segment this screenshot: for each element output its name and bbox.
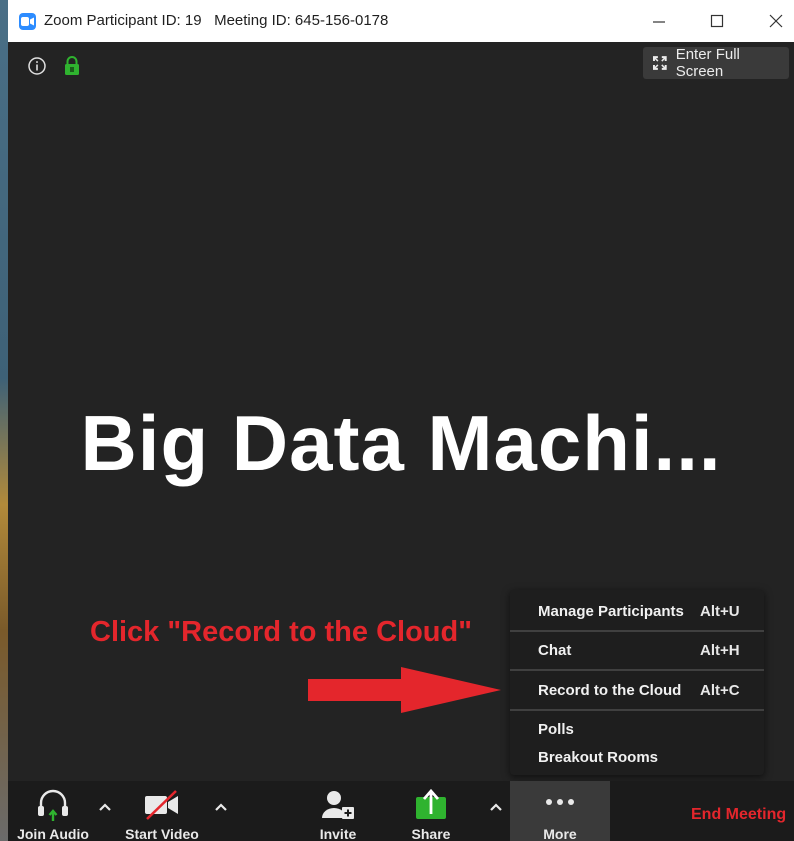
minimize-button[interactable] — [636, 0, 682, 42]
end-meeting-button[interactable]: End Meeting — [691, 806, 786, 824]
menu-divider — [510, 630, 764, 632]
maximize-icon — [710, 14, 724, 28]
red-arrow-icon — [308, 667, 501, 713]
join-audio-button[interactable]: Join Audio — [8, 781, 98, 841]
join-audio-label: Join Audio — [17, 826, 89, 841]
window-title: Zoom Participant ID: 19 Meeting ID: 645-… — [44, 12, 389, 29]
audio-options-caret-icon[interactable] — [96, 800, 114, 814]
zoom-meeting-window: Zoom Participant ID: 19 Meeting ID: 645-… — [8, 0, 794, 841]
more-button[interactable]: More — [510, 781, 610, 841]
fullscreen-label: Enter Full Screen — [675, 46, 740, 80]
share-options-caret-icon[interactable] — [487, 800, 505, 814]
menu-item-shortcut: Alt+C — [700, 681, 740, 699]
headphones-icon — [38, 789, 68, 821]
fullscreen-icon — [653, 56, 667, 70]
menu-item-breakout-rooms[interactable]: Breakout Rooms — [510, 740, 764, 774]
more-label: More — [543, 826, 577, 841]
menu-item-shortcut: Alt+U — [700, 602, 740, 620]
zoom-app-icon — [19, 13, 36, 30]
menu-item-chat[interactable]: Chat Alt+H — [510, 633, 764, 667]
title-bar: Zoom Participant ID: 19 Meeting ID: 645-… — [8, 0, 794, 42]
maximize-button[interactable] — [694, 0, 740, 42]
menu-item-label: Chat — [538, 641, 572, 659]
menu-item-label: Breakout Rooms — [538, 748, 659, 766]
share-screen-icon — [416, 788, 446, 819]
encryption-lock-icon[interactable] — [64, 56, 80, 76]
share-label: Share — [411, 826, 451, 841]
enter-full-screen-button[interactable]: Enter Full Screen — [643, 46, 789, 80]
invite-label: Invite — [319, 826, 357, 841]
desktop-background-strip — [0, 0, 8, 841]
more-menu: Manage Participants Alt+U Chat Alt+H Rec… — [510, 590, 764, 775]
menu-item-manage-participants[interactable]: Manage Participants Alt+U — [510, 594, 764, 628]
menu-item-label: Manage Participants — [538, 602, 684, 620]
shared-screen-content: Big Data Machi... — [80, 399, 722, 487]
close-button[interactable] — [753, 0, 794, 42]
menu-divider — [510, 669, 764, 671]
start-video-button[interactable]: Start Video — [113, 781, 211, 841]
menu-item-shortcut: Alt+H — [700, 641, 740, 659]
menu-item-label: Polls — [538, 720, 574, 738]
instruction-annotation: Click "Record to the Cloud" — [90, 616, 472, 648]
menu-item-record-to-the-cloud[interactable]: Record to the Cloud Alt+C — [510, 673, 764, 707]
menu-item-label: Record to the Cloud — [538, 681, 682, 699]
video-options-caret-icon[interactable] — [212, 800, 230, 814]
more-dots-icon — [546, 799, 574, 805]
menu-divider — [510, 709, 764, 711]
start-video-label: Start Video — [125, 826, 199, 841]
minimize-icon — [653, 21, 665, 23]
close-icon — [769, 14, 783, 28]
share-screen-button[interactable]: Share — [398, 781, 464, 841]
video-off-icon — [145, 790, 178, 820]
invite-button[interactable]: Invite — [303, 781, 373, 841]
add-participant-icon — [322, 791, 354, 819]
meeting-info-icon[interactable] — [28, 57, 46, 75]
